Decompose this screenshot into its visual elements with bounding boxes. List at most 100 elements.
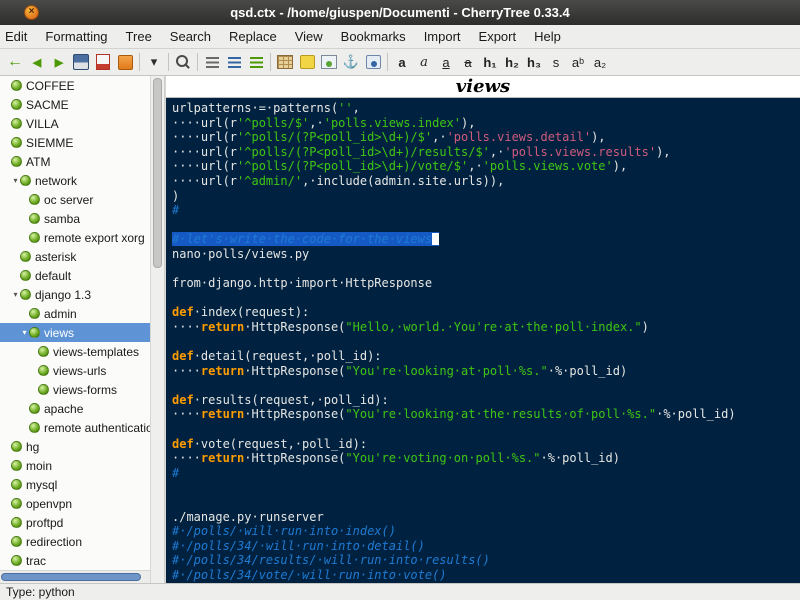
tree-item-remote-authentication[interactable]: remote authentication <box>0 418 150 437</box>
tree-item-label: default <box>35 268 72 283</box>
menu-export[interactable]: Export <box>470 26 526 47</box>
expander-icon[interactable]: ▾ <box>20 328 29 337</box>
tree: COFFEE SACME VILLA SIEMME ATM ▾ network oc serv… <box>0 76 150 570</box>
tree-item-django-1-3[interactable]: ▾ django 1.3 <box>0 285 150 304</box>
expander-icon[interactable]: ▾ <box>11 290 20 299</box>
go-back-icon[interactable]: ← <box>4 52 26 72</box>
code-segment: nano·polls/views.py <box>172 246 310 261</box>
tree-item-label: views-forms <box>53 382 118 397</box>
numbered-list-icon[interactable] <box>223 52 245 72</box>
window-title: qsd.ctx - /home/giuspen/Documenti - Cher… <box>230 5 570 20</box>
code-segment: ····url(r <box>172 130 238 145</box>
cherry-node-icon <box>11 479 22 490</box>
expander-icon[interactable]: ▾ <box>11 176 20 185</box>
subscript-icon[interactable]: a₂ <box>589 52 611 72</box>
tree-item-samba[interactable]: samba <box>0 209 150 228</box>
tree-item-siemme[interactable]: SIEMME <box>0 133 150 152</box>
tree-item-proftpd[interactable]: proftpd <box>0 513 150 532</box>
code-line: #·/polls/·will·run·into·index() <box>172 524 800 539</box>
code-area[interactable]: urlpatterns·=·patterns('', ····url(r'^pol… <box>166 98 800 583</box>
tree-item-default[interactable]: default <box>0 266 150 285</box>
tree-item-asterisk[interactable]: asterisk <box>0 247 150 266</box>
h3-icon[interactable]: h₃ <box>523 52 545 72</box>
cherry-node-icon <box>11 118 22 129</box>
go-next-node-icon[interactable]: ▶ <box>48 52 70 72</box>
tree-vertical-scrollbar[interactable] <box>150 76 165 583</box>
todo-list-icon[interactable] <box>245 52 267 72</box>
small-icon[interactable]: s <box>545 52 567 72</box>
menu-bookmarks[interactable]: Bookmarks <box>332 26 415 47</box>
h2-icon[interactable]: h₂ <box>501 52 523 72</box>
window-close-button[interactable]: × <box>24 5 39 20</box>
bullet-list-icon[interactable] <box>201 52 223 72</box>
tree-item-network[interactable]: ▾ network <box>0 171 150 190</box>
tree-item-redirection[interactable]: redirection <box>0 532 150 551</box>
tree-item-label: ATM <box>26 154 51 169</box>
code-line: def·detail(request,·poll_id): <box>172 349 800 364</box>
insert-link-icon[interactable] <box>362 52 384 72</box>
tree-item-views-templates[interactable]: views-templates <box>0 342 150 361</box>
menu-formatting[interactable]: Formatting <box>36 26 116 47</box>
anchor-icon[interactable]: ⚓ <box>340 52 362 72</box>
insert-image-icon[interactable] <box>318 52 340 72</box>
code-segment: "You're·looking·at·poll·%s." <box>345 363 548 378</box>
code-line: # <box>172 466 800 481</box>
tree-item-label: mysql <box>26 477 58 492</box>
menu-import[interactable]: Import <box>415 26 470 47</box>
menu-replace[interactable]: Replace <box>220 26 286 47</box>
go-prev-node-icon[interactable]: ◀ <box>26 52 48 72</box>
search-icon[interactable] <box>172 52 194 72</box>
menu-view[interactable]: View <box>286 26 332 47</box>
tree-item-remote-export-xorg[interactable]: remote export xorg <box>0 228 150 247</box>
cherry-node-icon <box>29 403 40 414</box>
code-line: ····return·HttpResponse("You're·looking·… <box>172 407 800 422</box>
superscript-icon[interactable]: aᵇ <box>567 52 589 72</box>
tree-item-views-forms[interactable]: views-forms <box>0 380 150 399</box>
menu-search[interactable]: Search <box>161 26 220 47</box>
code-segment: ···· <box>172 363 201 378</box>
bold-icon[interactable]: a <box>391 52 413 72</box>
menu-tree[interactable]: Tree <box>117 26 161 47</box>
tree-item-sacme[interactable]: SACME <box>0 95 150 114</box>
tree-item-label: hg <box>26 439 40 454</box>
scrollbar-thumb[interactable] <box>1 573 141 581</box>
h1-icon[interactable]: h₁ <box>479 52 501 72</box>
tree-item-admin[interactable]: admin <box>0 304 150 323</box>
menu-edit[interactable]: Edit <box>0 26 36 47</box>
tree-item-trac[interactable]: trac <box>0 551 150 570</box>
tree-item-hg[interactable]: hg <box>0 437 150 456</box>
tree-item-label: proftpd <box>26 515 64 530</box>
tree-item-views[interactable]: ▾ views <box>0 323 150 342</box>
tree-item-mysql[interactable]: mysql <box>0 475 150 494</box>
insert-codebox-icon[interactable] <box>296 52 318 72</box>
tree-item-label: django 1.3 <box>35 287 92 302</box>
tree-item-label: openvpn <box>26 496 73 511</box>
export-pdf-icon[interactable] <box>92 52 114 72</box>
tree-item-apache[interactable]: apache <box>0 399 150 418</box>
underline-icon[interactable]: a <box>435 52 457 72</box>
export-print-icon[interactable] <box>114 52 136 72</box>
tree-item-atm[interactable]: ATM <box>0 152 150 171</box>
save-icon[interactable] <box>70 52 92 72</box>
scrollbar-thumb[interactable] <box>153 78 162 268</box>
tree-item-views-urls[interactable]: views-urls <box>0 361 150 380</box>
selected-text: #·let's·write·the·code·for·the·views <box>172 232 440 247</box>
menu-help[interactable]: Help <box>525 26 570 47</box>
tree-item-moin[interactable]: moin <box>0 456 150 475</box>
code-segment: "Hello,·world.·You're·at·the·poll·index.… <box>345 319 642 334</box>
tree-horizontal-scrollbar[interactable] <box>0 570 150 583</box>
italic-icon[interactable]: a <box>413 52 435 72</box>
code-segment: #·/polls/34/vote/·will·run·into·vote() <box>172 568 447 582</box>
code-line: ····url(r'^admin/',·include(admin.site.u… <box>172 174 800 189</box>
code-segment: , <box>352 101 360 115</box>
code-line: #·/polls/34/vote/·will·run·into·vote() <box>172 568 800 583</box>
insert-table-icon[interactable] <box>274 52 296 72</box>
tree-item-oc-server[interactable]: oc server <box>0 190 150 209</box>
tree-item-villa[interactable]: VILLA <box>0 114 150 133</box>
tree-item-coffee[interactable]: COFFEE <box>0 76 150 95</box>
node-dropdown-icon[interactable]: ▾ <box>143 52 165 72</box>
tree-item-openvpn[interactable]: openvpn <box>0 494 150 513</box>
strikethrough-icon[interactable]: a <box>457 52 479 72</box>
